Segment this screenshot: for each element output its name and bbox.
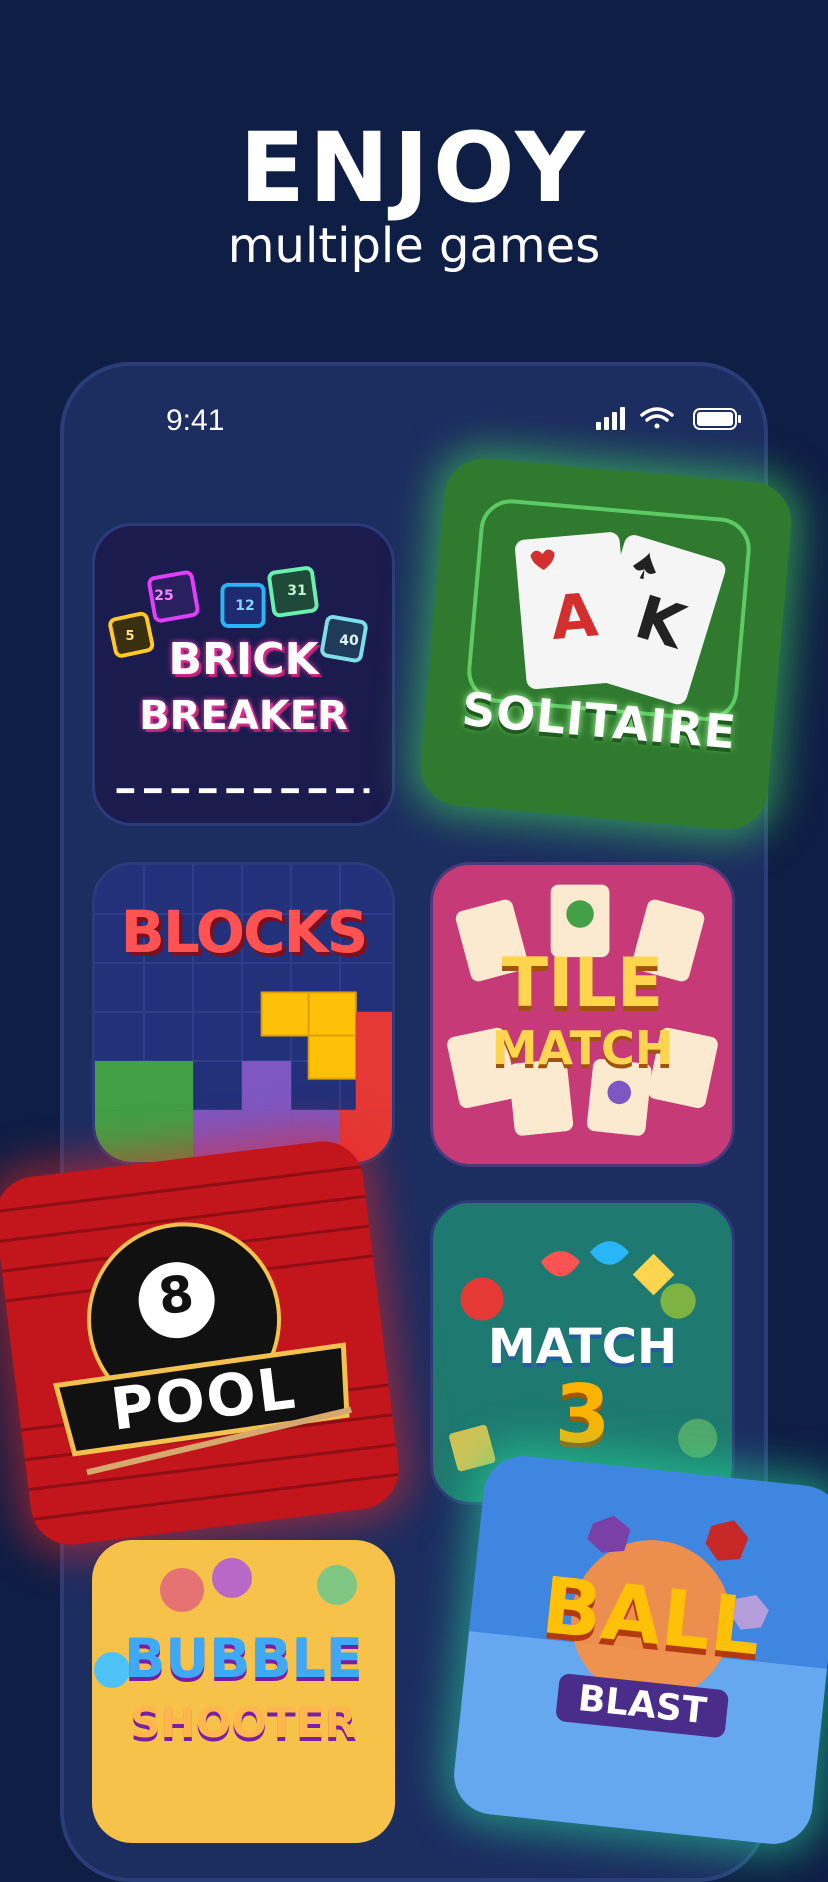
game-tile-brick-breaker[interactable]: 25 12 31 5 40 BRICK BREAKER [92, 523, 395, 826]
game-tile-solitaire[interactable]: A K SOLITAIRE [417, 455, 795, 833]
tile-match-title-line1: TILE [501, 944, 664, 1023]
brick-number: 31 [287, 583, 307, 599]
brick-number: 12 [235, 598, 255, 614]
blocks-title: BLOCKS [120, 898, 369, 966]
hero-subtitle: multiple games [227, 218, 601, 274]
battery-icon [693, 408, 741, 430]
signal-icon [596, 407, 625, 430]
brick-number: 25 [154, 588, 174, 604]
game-tile-bubble-shooter[interactable]: BUBBLE SHOOTER [92, 1540, 395, 1843]
solitaire-card-ace: A [548, 580, 601, 655]
tile-match-title-line2: MATCH [491, 1021, 674, 1075]
wifi-icon [640, 407, 674, 429]
pool-art [0, 1165, 400, 1521]
hero-title: ENJOY [239, 112, 589, 224]
game-tile-tile-match[interactable]: TILE MATCH [430, 862, 735, 1167]
game-tile-ball-blast[interactable]: BALL BLAST [450, 1452, 828, 1848]
bubble-shooter-art [94, 1558, 357, 1688]
pool-ball-number: 8 [155, 1264, 197, 1327]
game-tile-blocks[interactable]: BLOCKS [92, 862, 395, 1165]
status-time: 9:41 [166, 404, 225, 437]
brick-breaker-title-line1: BRICK [168, 634, 319, 685]
game-tile-8-pool[interactable]: 8 POOL [0, 1136, 404, 1550]
match-3-title-line1: MATCH [487, 1319, 678, 1375]
brick-breaker-title-line2: BREAKER [139, 693, 348, 739]
bubble-shooter-title-line2: SHOOTER [130, 1698, 357, 1747]
bubble-shooter-title-line1: BUBBLE [124, 1627, 363, 1690]
status-icons [596, 407, 741, 430]
game-tile-match-3[interactable]: MATCH 3 [430, 1200, 735, 1505]
match-3-title-line2: 3 [554, 1368, 611, 1461]
